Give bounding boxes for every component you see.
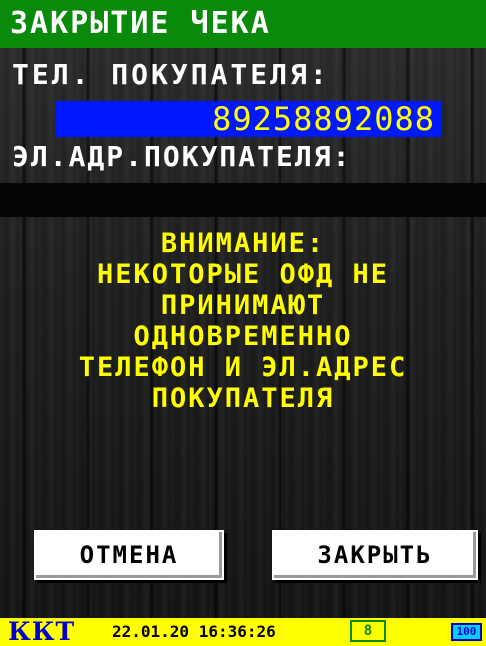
status-bar: ККТ 22.01.20 16:36:26 8 100 <box>0 618 486 646</box>
page-title: ЗАКРЫТИЕ ЧЕКА <box>10 6 271 41</box>
phone-label: ТЕЛ. ПОКУПАТЕЛЯ: <box>12 58 330 91</box>
phone-field[interactable]: 89258892088 <box>55 101 441 137</box>
warning-line: ОДНОВРЕМЕННО <box>133 321 353 352</box>
screen: ЗАКРЫТИЕ ЧЕКА ТЕЛ. ПОКУПАТЕЛЯ: 892588920… <box>0 0 486 646</box>
warning-line: ПОКУПАТЕЛЯ <box>151 383 335 414</box>
close-receipt-button[interactable]: ЗАКРЫТЬ <box>272 530 478 580</box>
email-field[interactable] <box>0 183 486 217</box>
warning-line: ПРИНИМАЮТ <box>160 290 326 321</box>
cancel-button[interactable]: ОТМЕНА <box>34 530 224 580</box>
warning-line: НЕКОТОРЫЕ ОФД НЕ <box>96 259 390 290</box>
warning-line: ВНИМАНИЕ: <box>160 228 326 259</box>
warning-line: ТЕЛЕФОН И ЭЛ.АДРЕС <box>78 352 408 383</box>
title-bar: ЗАКРЫТИЕ ЧЕКА <box>0 0 486 48</box>
email-label: ЭЛ.АДР.ПОКУПАТЕЛЯ: <box>12 140 352 173</box>
datetime: 22.01.20 16:36:26 <box>112 622 276 641</box>
warning-message: ВНИМАНИЕ: НЕКОТОРЫЕ ОФД НЕ ПРИНИМАЮТ ОДН… <box>0 228 486 414</box>
battery-icon: 100 <box>451 623 482 641</box>
counter-badge: 8 <box>350 620 386 642</box>
phone-value: 89258892088 <box>212 100 435 138</box>
device-label: ККТ <box>8 617 76 646</box>
